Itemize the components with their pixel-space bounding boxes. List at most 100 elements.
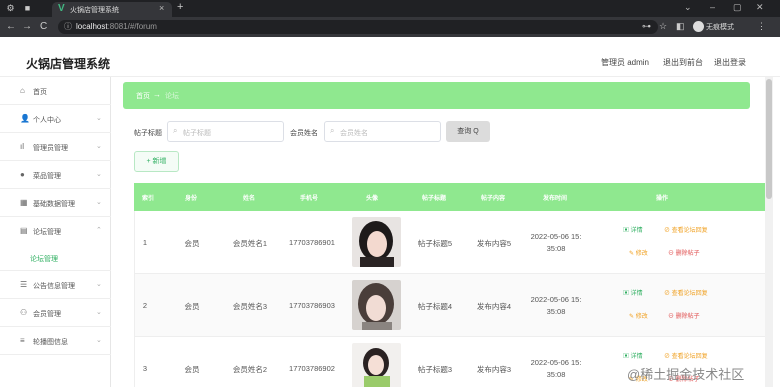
back-icon[interactable]: ←: [6, 21, 16, 32]
side-panel-icon[interactable]: ◧: [676, 21, 685, 32]
logout-link[interactable]: 退出登录: [714, 57, 746, 68]
sidebar-item-dishes[interactable]: ● 菜品管理 ⌄: [0, 161, 111, 189]
view-replies-button[interactable]: ⊘ 查看论坛回复: [664, 225, 708, 234]
table-header: 索引 身份 姓名 手机号 头像 帖子标题 帖子内容 发布时间 操作: [134, 183, 766, 211]
forum-icon: ▤: [20, 226, 28, 235]
cell-role: 会员: [184, 239, 200, 248]
tab-search-icon[interactable]: ⌄: [684, 2, 692, 13]
maximize-icon[interactable]: ▢: [733, 2, 742, 13]
sidebar-item-label: 会员管理: [33, 311, 61, 318]
cell-time-date: 2022-05-06 15:: [530, 358, 582, 367]
cell-time-clock: 35:08: [546, 370, 566, 379]
sidebar-subitem-forum[interactable]: 论坛管理: [30, 254, 58, 264]
sidebar-item-notices[interactable]: ☰ 公告信息管理 ⌄: [0, 271, 111, 299]
view-replies-button[interactable]: ⊘ 查看论坛回复: [664, 288, 708, 297]
forward-icon[interactable]: →: [22, 21, 32, 32]
browser-tab[interactable]: V 火锅店管理系统 ×: [52, 2, 172, 17]
name-input-placeholder: 会员姓名: [340, 130, 368, 137]
delete-button[interactable]: ⊖ 删除帖子: [668, 311, 700, 320]
sidebar-item-label: 基础数据管理: [33, 201, 75, 208]
title-search-input[interactable]: ⌕ 帖子标题: [167, 121, 284, 142]
chevron-down-icon: ⌄: [96, 337, 102, 344]
cell-time-clock: 35:08: [546, 244, 566, 253]
table-header-cell: 帖子内容: [480, 196, 505, 202]
breadcrumb-current: 论坛: [165, 93, 179, 100]
sidebar-item-label: 个人中心: [33, 117, 61, 124]
page-scrollbar[interactable]: [765, 77, 773, 387]
detail-button[interactable]: ▣ 详情: [623, 288, 643, 297]
chevron-down-icon: ⌄: [96, 309, 102, 316]
site-info-icon[interactable]: ⓘ: [64, 21, 72, 32]
breadcrumb-arrow: →: [153, 90, 161, 99]
more-menu-icon[interactable]: ⋮: [757, 21, 766, 32]
cell-phone: 17703786903: [289, 301, 335, 310]
detail-button[interactable]: ▣ 详情: [623, 351, 643, 360]
reload-icon[interactable]: C: [40, 21, 47, 32]
chevron-down-icon: ⌄: [96, 171, 102, 178]
grid-icon: ▦: [20, 198, 28, 207]
incognito-label: 无痕模式: [706, 24, 734, 31]
sidebar-item-label: 首页: [33, 89, 47, 96]
sidebar-item-base-data[interactable]: ▦ 基础数据管理 ⌄: [0, 189, 111, 217]
sidebar-item-label: 菜品管理: [33, 173, 61, 180]
sidebar-item-admins[interactable]: ıl 管理员管理 ⌄: [0, 133, 111, 161]
tab-list-icon[interactable]: ■: [22, 3, 33, 14]
search-button[interactable]: 查询 Q: [446, 121, 490, 142]
scrollbar-thumb[interactable]: [766, 79, 772, 199]
table-header-cell: 索引: [141, 196, 154, 202]
sidebar-item-label: 轮播图信息: [33, 339, 68, 346]
detail-label: 详情: [630, 291, 643, 297]
title-filter-label: 帖子标题: [134, 130, 162, 137]
chevron-down-icon: ⌄: [96, 199, 102, 206]
search-icon: ⌕: [173, 126, 178, 135]
name-filter-label: 会员姓名: [290, 130, 318, 137]
avatar[interactable]: [352, 217, 401, 267]
cell-title: 帖子标题3: [417, 365, 453, 374]
cell-role: 会员: [184, 302, 200, 311]
sidebar-item-members[interactable]: ⚇ 会员管理 ⌄: [0, 299, 111, 327]
edit-button[interactable]: ✎ 修改: [629, 311, 648, 320]
sidebar-item-profile[interactable]: 👤 个人中心 ⌄: [0, 105, 111, 133]
avatar[interactable]: [352, 343, 401, 387]
sidebar-item-carousel[interactable]: ≡ 轮播图信息 ⌄: [0, 327, 111, 355]
browser-menu-icon[interactable]: ⚙: [5, 3, 16, 14]
cell-content: 发布内容5: [476, 239, 512, 248]
cell-content: 发布内容3: [476, 365, 512, 374]
url-input[interactable]: ⓘ localhost:8081/#/forum: [58, 20, 658, 34]
detail-label: 详情: [630, 354, 643, 360]
dish-icon: ●: [20, 170, 25, 179]
add-button[interactable]: + 新增: [134, 151, 179, 172]
tab-title: 火锅店管理系统: [70, 7, 119, 14]
detail-button[interactable]: ▣ 详情: [623, 225, 643, 234]
breadcrumb-home[interactable]: 首页: [136, 91, 150, 101]
tab-close-icon[interactable]: ×: [159, 3, 164, 13]
table-row: 2 会员 会员姓名3 17703786903 帖子标题4 发布内容4 2022-…: [134, 274, 766, 337]
avatar[interactable]: [352, 280, 401, 330]
chevron-down-icon: ⌄: [96, 143, 102, 150]
new-tab-icon[interactable]: +: [177, 1, 183, 13]
vue-logo-icon: V: [58, 3, 65, 14]
view-replies-label: 查看论坛回复: [671, 228, 708, 234]
cell-phone: 17703786901: [289, 238, 335, 247]
delete-button[interactable]: ⊖ 删除帖子: [668, 248, 700, 257]
view-replies-button[interactable]: ⊘ 查看论坛回复: [664, 351, 708, 360]
delete-label: 删除帖子: [675, 314, 700, 320]
view-replies-label: 查看论坛回复: [671, 291, 708, 297]
sidebar: ⌂ 首页 👤 个人中心 ⌄ ıl 管理员管理 ⌄ ● 菜品管理 ⌄ ▦ 基础数据…: [0, 77, 111, 387]
sidebar-item-label: 论坛管理: [33, 229, 61, 236]
view-replies-label: 查看论坛回复: [671, 354, 708, 360]
cell-content: 发布内容4: [476, 302, 512, 311]
close-window-icon[interactable]: ✕: [756, 2, 764, 13]
cell-role: 会员: [184, 365, 200, 374]
bookmark-star-icon[interactable]: ☆: [659, 21, 667, 32]
back-to-frontend-link[interactable]: 退出到前台: [663, 57, 703, 68]
minimize-icon[interactable]: –: [710, 2, 715, 12]
cell-index: 3: [142, 364, 148, 373]
name-search-input[interactable]: ⌕ 会员姓名: [324, 121, 441, 142]
notice-icon: ☰: [20, 280, 28, 289]
key-icon[interactable]: ⊶: [642, 21, 651, 32]
sidebar-item-home[interactable]: ⌂ 首页: [0, 77, 111, 105]
edit-button[interactable]: ✎ 修改: [629, 248, 648, 257]
bar-chart-icon: ıl: [20, 142, 24, 151]
cell-name: 会员姓名2: [232, 365, 268, 374]
